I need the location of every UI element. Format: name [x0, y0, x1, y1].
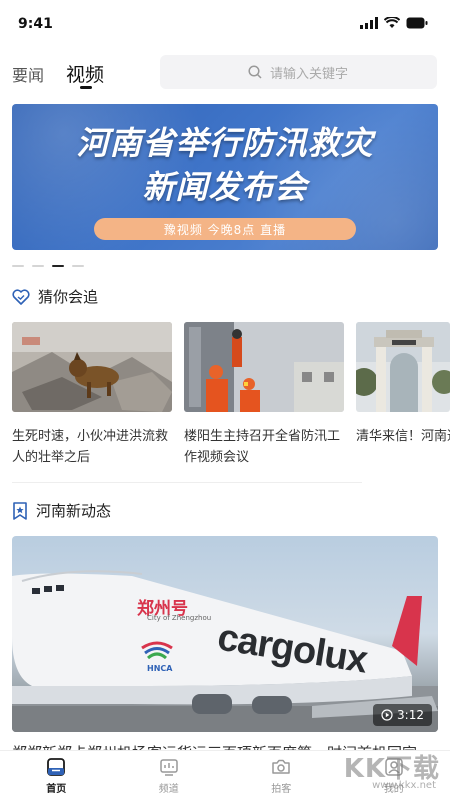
banner-subtitle: 豫视频 今晚8点 直播 — [94, 218, 356, 240]
search-placeholder: 请输入关键字 — [270, 66, 349, 82]
wifi-icon — [384, 17, 400, 28]
card-thumbnail-tsinghua-gate — [356, 322, 450, 412]
card-title: 清华来信！河南通知书送达逍遥... — [356, 429, 450, 444]
camera-icon — [272, 759, 290, 774]
carousel-dot[interactable] — [12, 265, 24, 267]
section-header-henan: 河南新动态 — [12, 500, 111, 521]
banner[interactable]: 河南省举行防汛救灾 新闻发布会 豫视频 今晚8点 直播 — [12, 104, 438, 250]
nav-label: 拍客 — [271, 783, 292, 795]
search-input[interactable]: 请输入关键字 — [160, 55, 437, 89]
aircraft-small-text: City of Zhengzhou — [147, 614, 212, 622]
signal-icon — [360, 17, 378, 29]
status-icons — [360, 17, 428, 29]
heart-icon — [12, 288, 30, 305]
star-bookmark-icon — [13, 501, 27, 520]
card-title: 生死时速，小伙冲进洪流救人的壮举之后 — [12, 429, 169, 465]
status-bar: 9:41 — [0, 0, 450, 48]
search-icon — [248, 65, 262, 79]
tab-video[interactable]: 视频 — [66, 60, 104, 87]
nav-channel[interactable]: 频道 — [113, 751, 226, 800]
home-icon — [47, 757, 66, 776]
top-tabs: 要闻 视频 请输入关键字 — [0, 52, 450, 96]
tab-active-indicator — [80, 86, 92, 89]
carousel-dot[interactable] — [72, 265, 84, 267]
aircraft-logo-text: HNCA — [147, 664, 173, 673]
banner-title-line1: 河南省举行防汛救灾 — [76, 124, 374, 162]
battery-icon — [406, 17, 428, 29]
video-duration-badge: 3:12 — [373, 704, 432, 726]
banner-title-line2: 新闻发布会 — [142, 168, 308, 206]
video-card[interactable]: 生死时速，小伙冲进洪流救人的壮举之后 — [12, 322, 172, 470]
video-card[interactable]: 清华来信！河南通知书送达逍遥... — [356, 322, 450, 470]
status-time: 9:41 — [18, 16, 53, 32]
nav-label: 首页 — [46, 783, 67, 795]
carousel-indicator — [12, 265, 84, 267]
play-icon — [381, 709, 393, 721]
section-header-guess: 猜你会追 — [12, 286, 98, 307]
carousel-dot-active[interactable] — [52, 265, 64, 267]
video-card[interactable]: 楼阳生主持召开全省防汛工作视频会议 — [184, 322, 344, 470]
tv-channel-icon — [160, 758, 178, 776]
section-title: 猜你会追 — [38, 288, 99, 306]
card-thumbnail-rescue-workers — [184, 322, 344, 412]
section-title: 河南新动态 — [36, 502, 112, 520]
watermark-url: www.kkx.net — [372, 780, 436, 791]
video-duration: 3:12 — [397, 708, 424, 722]
card-title: 楼阳生主持召开全省防汛工作视频会议 — [184, 429, 341, 465]
card-thumbnail-rescue-dog — [12, 322, 172, 412]
divider — [12, 482, 362, 483]
nav-shoot[interactable]: 拍客 — [225, 751, 338, 800]
nav-label: 频道 — [158, 783, 179, 795]
nav-home[interactable]: 首页 — [0, 751, 113, 800]
site-watermark: KK下载 www.kkx.net — [324, 748, 444, 794]
tab-news[interactable]: 要闻 — [12, 62, 44, 86]
feature-video[interactable]: cargolux 郑州号 City of Zhengzhou HNCA 3:12 — [12, 536, 438, 732]
carousel-dot[interactable] — [32, 265, 44, 267]
